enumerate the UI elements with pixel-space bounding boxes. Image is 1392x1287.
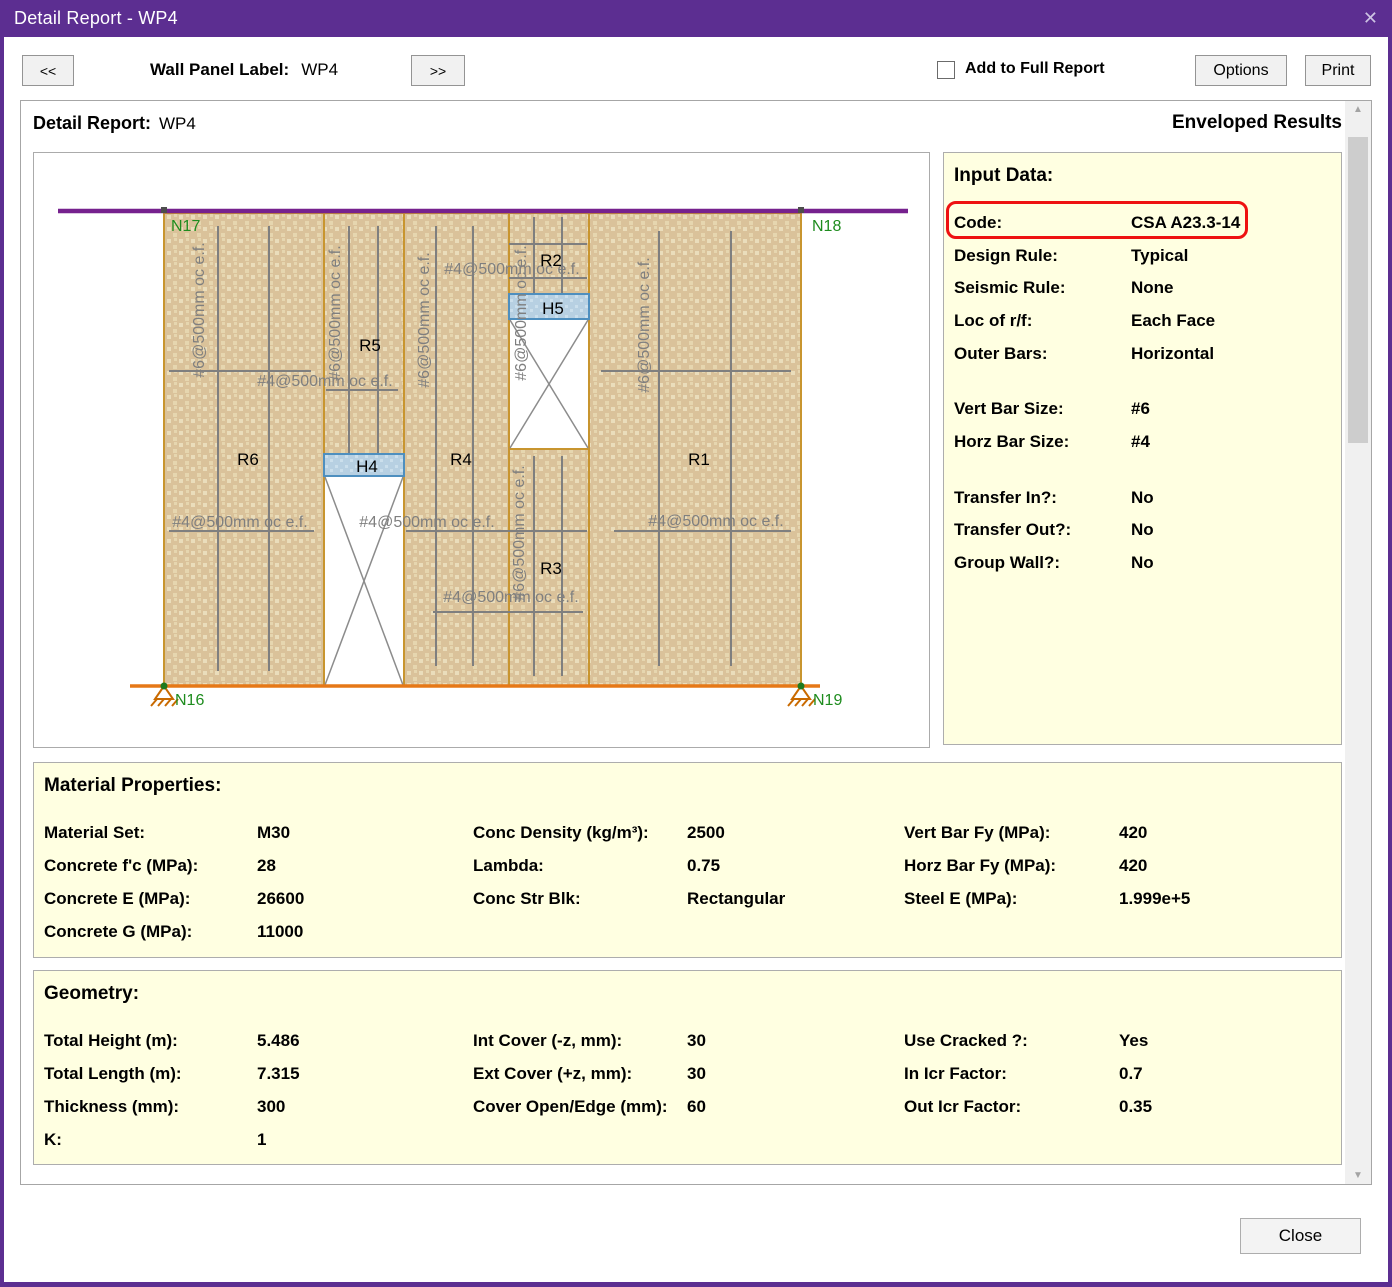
input-row-seismic-rule: Seismic Rule:None: [954, 278, 1334, 300]
window-border-left: [0, 0, 4, 1287]
add-to-full-report-checkbox[interactable]: [937, 61, 955, 79]
region-label-r5: R5: [359, 336, 381, 355]
print-button[interactable]: Print: [1305, 55, 1371, 86]
vertical-scrollbar[interactable]: ▲ ▼: [1345, 101, 1371, 1184]
region-label-r1: R1: [688, 450, 710, 469]
close-button[interactable]: Close: [1240, 1218, 1361, 1254]
geometry-row: Thickness (mm):300: [44, 1097, 464, 1119]
material-row: Conc Density (kg/m³):2500: [473, 823, 893, 845]
material-row: Concrete G (MPa):11000: [44, 922, 464, 944]
top-line-tick-right: [798, 207, 804, 213]
region-label-r4: R4: [450, 450, 472, 469]
wall-panel-label-text: Wall Panel Label:: [150, 60, 289, 79]
rebar-label-v: #6@500mm oc e.f.: [511, 465, 528, 600]
rebar-label-v: #6@500mm oc e.f.: [416, 252, 433, 387]
wall-panel-diagram: H4 H5 #6@500mm oc e.f. #6@500mm oc e.f. …: [33, 152, 930, 748]
input-row-code: Code:CSA A23.3-14: [954, 213, 1334, 235]
material-row: Concrete f'c (MPa):28: [44, 856, 464, 878]
header-h4-label: H4: [356, 457, 378, 476]
rebar-label-v: #6@500mm oc e.f.: [636, 257, 653, 392]
rebar-label-h: #4@500mm oc e.f.: [359, 514, 494, 531]
rebar-label-v: #6@500mm oc e.f.: [327, 245, 344, 380]
wall-diagram-svg: H4 H5 #6@500mm oc e.f. #6@500mm oc e.f. …: [34, 153, 929, 747]
detail-report-window: Detail Report - WP4 ✕ << Wall Panel Labe…: [0, 0, 1392, 1287]
rebar-label-h: #4@500mm oc e.f.: [648, 513, 783, 530]
scrollbar-up-icon[interactable]: ▲: [1345, 101, 1371, 118]
options-button[interactable]: Options: [1195, 55, 1287, 86]
geometry-row: In Icr Factor:0.7: [904, 1064, 1324, 1086]
node-label-n18: N18: [812, 218, 841, 235]
geometry-row: K:1: [44, 1130, 464, 1152]
input-row-transfer-out: Transfer Out?:No: [954, 520, 1334, 542]
enveloped-results-label: Enveloped Results: [1042, 112, 1342, 134]
window-title: Detail Report - WP4: [14, 0, 178, 37]
wall-panel-label: Wall Panel Label: WP4: [150, 60, 338, 80]
add-to-full-report-label: Add to Full Report: [965, 60, 1105, 78]
previous-panel-button[interactable]: <<: [22, 55, 74, 86]
geometry-row: Out Icr Factor:0.35: [904, 1097, 1324, 1119]
input-row-horz-bar-size: Horz Bar Size:#4: [954, 432, 1334, 454]
input-row-design-rule: Design Rule:Typical: [954, 246, 1334, 268]
material-row: Lambda:0.75: [473, 856, 893, 878]
material-row: Vert Bar Fy (MPa):420: [904, 823, 1324, 845]
material-row: Steel E (MPa):1.999e+5: [904, 889, 1324, 911]
material-row: Horz Bar Fy (MPa):420: [904, 856, 1324, 878]
scrollbar-down-icon[interactable]: ▼: [1345, 1167, 1371, 1184]
input-row-transfer-in: Transfer In?:No: [954, 488, 1334, 510]
geometry-title: Geometry:: [44, 983, 139, 1005]
report-heading: Detail Report: WP4: [33, 113, 196, 134]
report-heading-value: WP4: [159, 114, 196, 133]
region-label-r2: R2: [540, 251, 562, 270]
region-label-r3: R3: [540, 559, 562, 578]
geometry-row: Total Height (m):5.486: [44, 1031, 464, 1053]
window-border-right: [1388, 0, 1392, 1287]
geometry-row: Cover Open/Edge (mm):60: [473, 1097, 893, 1119]
input-row-outer-bars: Outer Bars:Horizontal: [954, 344, 1334, 366]
node-label-n17: N17: [171, 218, 200, 235]
rebar-label-h: #4@500mm oc e.f.: [172, 514, 307, 531]
geometry-row: Ext Cover (+z, mm):30: [473, 1064, 893, 1086]
input-data-panel: Input Data: Code:CSA A23.3-14 Design Rul…: [943, 152, 1342, 745]
rebar-label-h: #4@500mm oc e.f.: [443, 589, 578, 606]
geometry-panel: Geometry: Total Height (m):5.486 Total L…: [33, 970, 1342, 1165]
geometry-row: Int Cover (-z, mm):30: [473, 1031, 893, 1053]
geometry-row: Total Length (m):7.315: [44, 1064, 464, 1086]
title-bar: Detail Report - WP4 ✕: [0, 0, 1392, 37]
material-properties-panel: Material Properties: Material Set:M30 Co…: [33, 762, 1342, 958]
scrollbar-thumb[interactable]: [1348, 137, 1368, 443]
material-row: Conc Str Blk:Rectangular: [473, 889, 893, 911]
next-panel-button[interactable]: >>: [411, 55, 465, 86]
node-label-n16: N16: [175, 692, 204, 709]
material-row: Concrete E (MPa):26600: [44, 889, 464, 911]
input-row-group-wall: Group Wall?:No: [954, 553, 1334, 575]
input-data-title: Input Data:: [954, 165, 1053, 187]
opening-h4: [324, 476, 404, 686]
node-label-n19: N19: [813, 692, 842, 709]
material-row: Material Set:M30: [44, 823, 464, 845]
header-h5-label: H5: [542, 299, 564, 318]
header-h4: H4: [324, 454, 404, 476]
report-heading-label: Detail Report:: [33, 113, 151, 133]
material-properties-title: Material Properties:: [44, 775, 221, 797]
top-line-tick-left: [161, 207, 167, 213]
input-row-vert-bar-size: Vert Bar Size:#6: [954, 399, 1334, 421]
input-row-loc-of-rf: Loc of r/f:Each Face: [954, 311, 1334, 333]
close-icon[interactable]: ✕: [1363, 0, 1378, 37]
rebar-label-h: #4@500mm oc e.f.: [257, 373, 392, 390]
wall-panel-value: WP4: [301, 60, 338, 79]
window-border-bottom: [0, 1282, 1392, 1287]
rebar-label-v: #6@500mm oc e.f.: [191, 242, 208, 377]
region-label-r6: R6: [237, 450, 259, 469]
geometry-row: Use Cracked ?:Yes: [904, 1031, 1324, 1053]
